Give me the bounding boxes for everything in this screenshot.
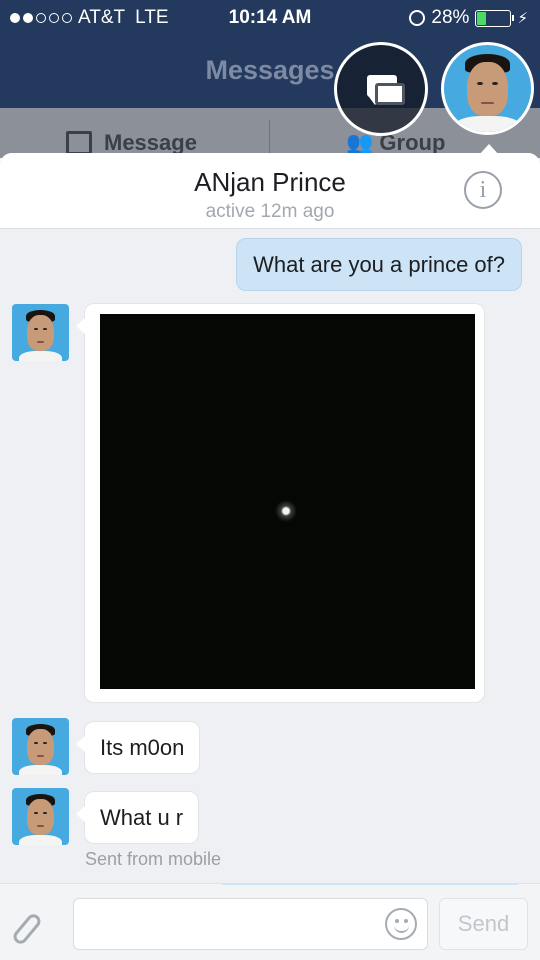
contact-avatar[interactable] xyxy=(12,304,69,361)
info-icon[interactable]: i xyxy=(464,171,502,209)
smiley-eye xyxy=(404,919,408,923)
compose-icon xyxy=(66,131,92,155)
outgoing-message[interactable]: What are you a prince of? xyxy=(236,238,522,291)
charging-icon: ⚡ xyxy=(517,10,528,27)
avatar-shirt xyxy=(18,834,63,845)
status-right: 28% ⚡ xyxy=(409,7,528,29)
contact-avatar[interactable] xyxy=(12,718,69,775)
smiley-eye xyxy=(395,919,399,923)
contact-name[interactable]: ANjan Prince xyxy=(0,167,540,198)
popover-caret xyxy=(478,144,500,156)
moon xyxy=(275,500,297,522)
conversation-panel: ANjan Prince active 12m ago i What are y… xyxy=(0,153,540,960)
chat-heads-button[interactable] xyxy=(334,42,428,136)
incoming-photo-message[interactable] xyxy=(76,303,485,703)
send-button[interactable]: Send xyxy=(439,898,528,950)
scroll-peek-bubble xyxy=(222,883,518,885)
message-input[interactable] xyxy=(73,898,428,950)
avatar-eye xyxy=(33,741,38,745)
battery-icon xyxy=(475,9,515,27)
avatar-face xyxy=(467,62,508,117)
avatar-eye xyxy=(491,81,498,85)
avatar-face xyxy=(27,799,54,835)
avatar-mouth xyxy=(36,755,45,757)
contact-status: active 12m ago xyxy=(205,201,335,222)
conversation-header: ANjan Prince active 12m ago i xyxy=(0,153,540,229)
contact-avatar[interactable] xyxy=(12,788,69,845)
avatar-eye xyxy=(477,81,484,85)
avatar-mouth xyxy=(36,825,45,827)
avatar-face xyxy=(27,729,54,765)
smiley-mouth xyxy=(394,925,409,933)
avatar-eye xyxy=(33,811,38,815)
avatar-eye xyxy=(33,327,38,331)
avatar-mouth xyxy=(36,341,45,343)
moon-photo[interactable] xyxy=(100,314,475,689)
chat-bubble-back xyxy=(375,83,405,105)
incoming-message[interactable]: What u r xyxy=(75,791,200,844)
avatar-shirt xyxy=(18,350,63,361)
status-bar: AT&T LTE 10:14 AM 28% ⚡ xyxy=(0,0,540,36)
profile-avatar-button[interactable] xyxy=(441,42,534,135)
sent-from-mobile-note: Sent from mobile xyxy=(85,849,222,869)
alarm-icon xyxy=(409,10,426,26)
avatar-face xyxy=(27,315,54,351)
avatar-shirt xyxy=(18,764,63,775)
avatar-mouth xyxy=(481,101,494,105)
battery-percent: 28% xyxy=(431,7,470,28)
smiley-icon[interactable] xyxy=(385,908,417,940)
incoming-message[interactable]: Its m0on xyxy=(75,721,201,774)
battery-level xyxy=(477,11,487,25)
